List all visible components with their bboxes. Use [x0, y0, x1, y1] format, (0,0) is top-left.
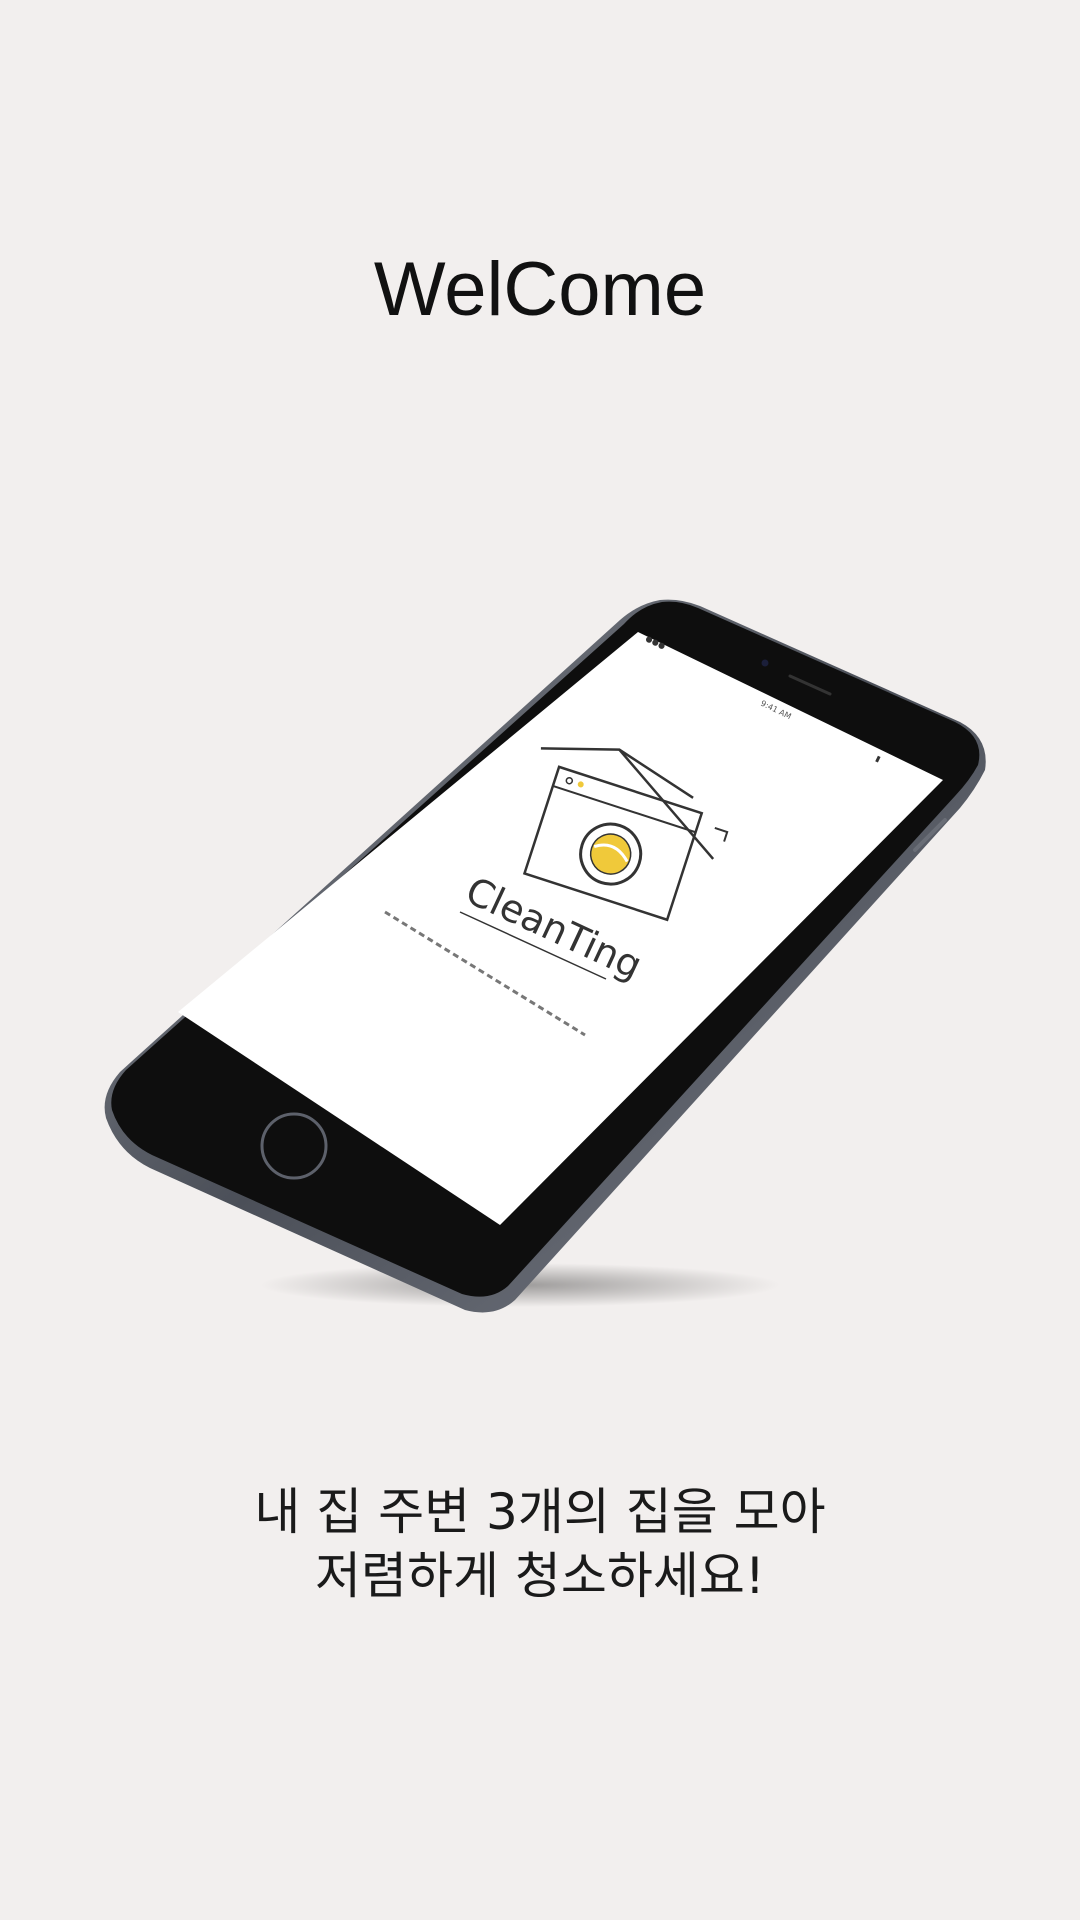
- welcome-title: WelCome: [373, 247, 707, 332]
- tagline: 내 집 주변 3개의 집을 모아 저렴하게 청소하세요!: [0, 1480, 1080, 1608]
- phone-mockup: ●●● 9:41 AM ▮ CleanTing: [104, 599, 986, 1313]
- tagline-line-1: 내 집 주변 3개의 집을 모아: [254, 1483, 826, 1541]
- home-button[interactable]: [260, 1112, 328, 1180]
- tagline-line-2: 저렴하게 청소하세요!: [315, 1547, 765, 1605]
- front-camera: [761, 659, 769, 667]
